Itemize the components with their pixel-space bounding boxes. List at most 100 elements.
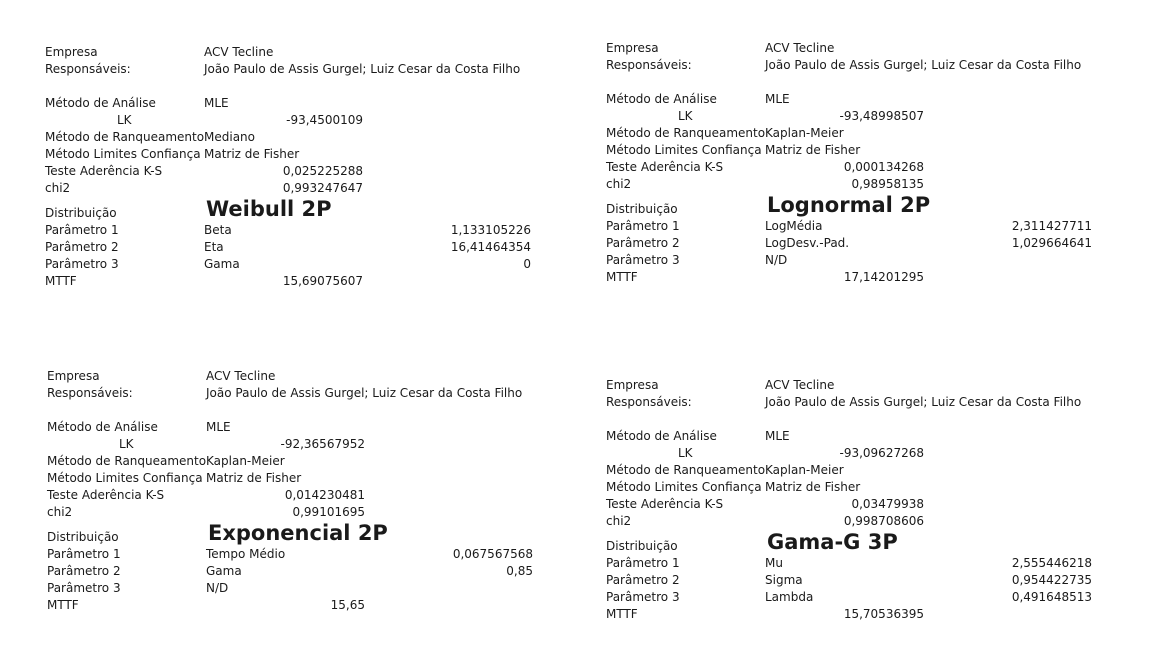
ks-test-label: Teste Aderência K-S	[606, 160, 724, 174]
lk-value: -93,4500109	[286, 113, 363, 127]
chi2-label: chi2	[606, 514, 632, 528]
ks-test-value: 0,014230481	[284, 488, 365, 502]
parameter-2-name: Eta	[204, 240, 224, 254]
parameter-1-name: Beta	[204, 223, 232, 237]
parameter-2-label: Parâmetro 2	[606, 236, 680, 250]
parameter-2-value: 0,85	[506, 564, 533, 578]
analysis-method-label: Método de Análise	[606, 429, 717, 443]
lk-value: -92,36567952	[280, 437, 366, 451]
confidence-method-label: Método Limites Confiança	[606, 480, 762, 494]
lk-value: -93,48998507	[839, 109, 925, 123]
parameter-3-label: Parâmetro 3	[606, 590, 680, 604]
chi2-label: chi2	[47, 505, 73, 519]
confidence-method-label: Método Limites Confiança	[45, 147, 201, 161]
parameter-1-label: Parâmetro 1	[606, 556, 680, 570]
analysis-panel-gama: Empresa ACV Tecline Responsáveis: João P…	[606, 377, 1106, 637]
parameter-3-label: Parâmetro 3	[606, 253, 680, 267]
parameter-3-name: N/D	[765, 253, 788, 267]
parameter-3-label: Parâmetro 3	[47, 581, 121, 595]
ks-test-label: Teste Aderência K-S	[47, 488, 165, 502]
company-label: Empresa	[47, 369, 100, 383]
lk-value: -93,09627268	[839, 446, 925, 460]
analysis-method-value: MLE	[765, 92, 790, 106]
analysis-method-label: Método de Análise	[606, 92, 717, 106]
responsible-value: João Paulo de Assis Gurgel; Luiz Cesar d…	[765, 395, 1082, 409]
ranking-method-value: Mediano	[204, 130, 255, 144]
parameter-1-label: Parâmetro 1	[45, 223, 119, 237]
analysis-panel-weibull: Empresa ACV Tecline Responsáveis: João P…	[45, 44, 545, 304]
parameter-2-name: LogDesv.-Pad.	[765, 236, 850, 250]
company-value: ACV Tecline	[765, 41, 835, 55]
parameter-1-name: Mu	[765, 556, 783, 570]
distribution-label: Distribuição	[606, 202, 678, 216]
responsible-value: João Paulo de Assis Gurgel; Luiz Cesar d…	[206, 386, 523, 400]
distribution-label: Distribuição	[606, 539, 678, 553]
ranking-method-label: Método de Ranqueamento	[606, 126, 766, 140]
ks-test-label: Teste Aderência K-S	[45, 164, 163, 178]
analysis-method-value: MLE	[765, 429, 790, 443]
mttf-value: 15,70536395	[843, 607, 924, 621]
confidence-method-label: Método Limites Confiança	[606, 143, 762, 157]
company-value: ACV Tecline	[206, 369, 276, 383]
confidence-method-value: Matriz de Fisher	[765, 480, 861, 494]
ranking-method-value: Kaplan-Meier	[206, 454, 285, 468]
confidence-method-label: Método Limites Confiança	[47, 471, 203, 485]
chi2-label: chi2	[606, 177, 632, 191]
responsible-label: Responsáveis:	[47, 386, 133, 400]
parameter-1-value: 2,555446218	[1011, 556, 1092, 570]
parameter-1-label: Parâmetro 1	[47, 547, 121, 561]
parameter-2-label: Parâmetro 2	[47, 564, 121, 578]
mttf-label: MTTF	[47, 598, 79, 612]
lk-label: LK	[678, 446, 693, 460]
ks-test-label: Teste Aderência K-S	[606, 497, 724, 511]
company-label: Empresa	[606, 41, 659, 55]
parameter-3-name: N/D	[206, 581, 229, 595]
responsible-value: João Paulo de Assis Gurgel; Luiz Cesar d…	[204, 62, 521, 76]
distribution-label: Distribuição	[45, 206, 117, 220]
responsible-label: Responsáveis:	[606, 58, 692, 72]
distribution-name: Weibull 2P	[206, 197, 332, 221]
ranking-method-value: Kaplan-Meier	[765, 126, 844, 140]
analysis-panel-lognormal: Empresa ACV Tecline Responsáveis: João P…	[606, 40, 1106, 300]
parameter-1-value: 1,133105226	[450, 223, 531, 237]
parameter-3-label: Parâmetro 3	[45, 257, 119, 271]
company-value: ACV Tecline	[765, 378, 835, 392]
chi2-value: 0,99101695	[292, 505, 365, 519]
parameter-2-value: 0,954422735	[1011, 573, 1092, 587]
responsible-label: Responsáveis:	[606, 395, 692, 409]
analysis-method-label: Método de Análise	[45, 96, 156, 110]
parameter-2-value: 1,029664641	[1011, 236, 1092, 250]
ranking-method-label: Método de Ranqueamento	[45, 130, 205, 144]
ks-test-value: 0,03479938	[851, 497, 924, 511]
mttf-value: 15,65	[330, 598, 365, 612]
lk-label: LK	[119, 437, 134, 451]
chi2-value: 0,98958135	[851, 177, 924, 191]
distribution-label: Distribuição	[47, 530, 119, 544]
chi2-label: chi2	[45, 181, 71, 195]
parameter-3-value: 0	[523, 257, 531, 271]
analysis-panel-exponential: Empresa ACV Tecline Responsáveis: João P…	[47, 368, 547, 628]
confidence-method-value: Matriz de Fisher	[765, 143, 861, 157]
responsible-label: Responsáveis:	[45, 62, 131, 76]
parameter-1-value: 2,311427711	[1011, 219, 1092, 233]
chi2-value: 0,998708606	[843, 514, 924, 528]
confidence-method-value: Matriz de Fisher	[204, 147, 300, 161]
parameter-3-name: Lambda	[765, 590, 814, 604]
mttf-label: MTTF	[606, 607, 638, 621]
chi2-value: 0,993247647	[282, 181, 363, 195]
parameter-1-name: LogMédia	[765, 219, 823, 233]
parameter-3-name: Gama	[204, 257, 240, 271]
company-label: Empresa	[45, 45, 98, 59]
parameter-2-label: Parâmetro 2	[45, 240, 119, 254]
parameter-1-value: 0,067567568	[452, 547, 533, 561]
responsible-value: João Paulo de Assis Gurgel; Luiz Cesar d…	[765, 58, 1082, 72]
distribution-name: Lognormal 2P	[767, 193, 931, 217]
parameter-1-name: Tempo Médio	[206, 547, 286, 561]
distribution-name: Gama-G 3P	[767, 530, 898, 554]
parameter-2-label: Parâmetro 2	[606, 573, 680, 587]
confidence-method-value: Matriz de Fisher	[206, 471, 302, 485]
ranking-method-label: Método de Ranqueamento	[606, 463, 766, 477]
mttf-label: MTTF	[606, 270, 638, 284]
parameter-2-name: Gama	[206, 564, 242, 578]
ranking-method-value: Kaplan-Meier	[765, 463, 844, 477]
